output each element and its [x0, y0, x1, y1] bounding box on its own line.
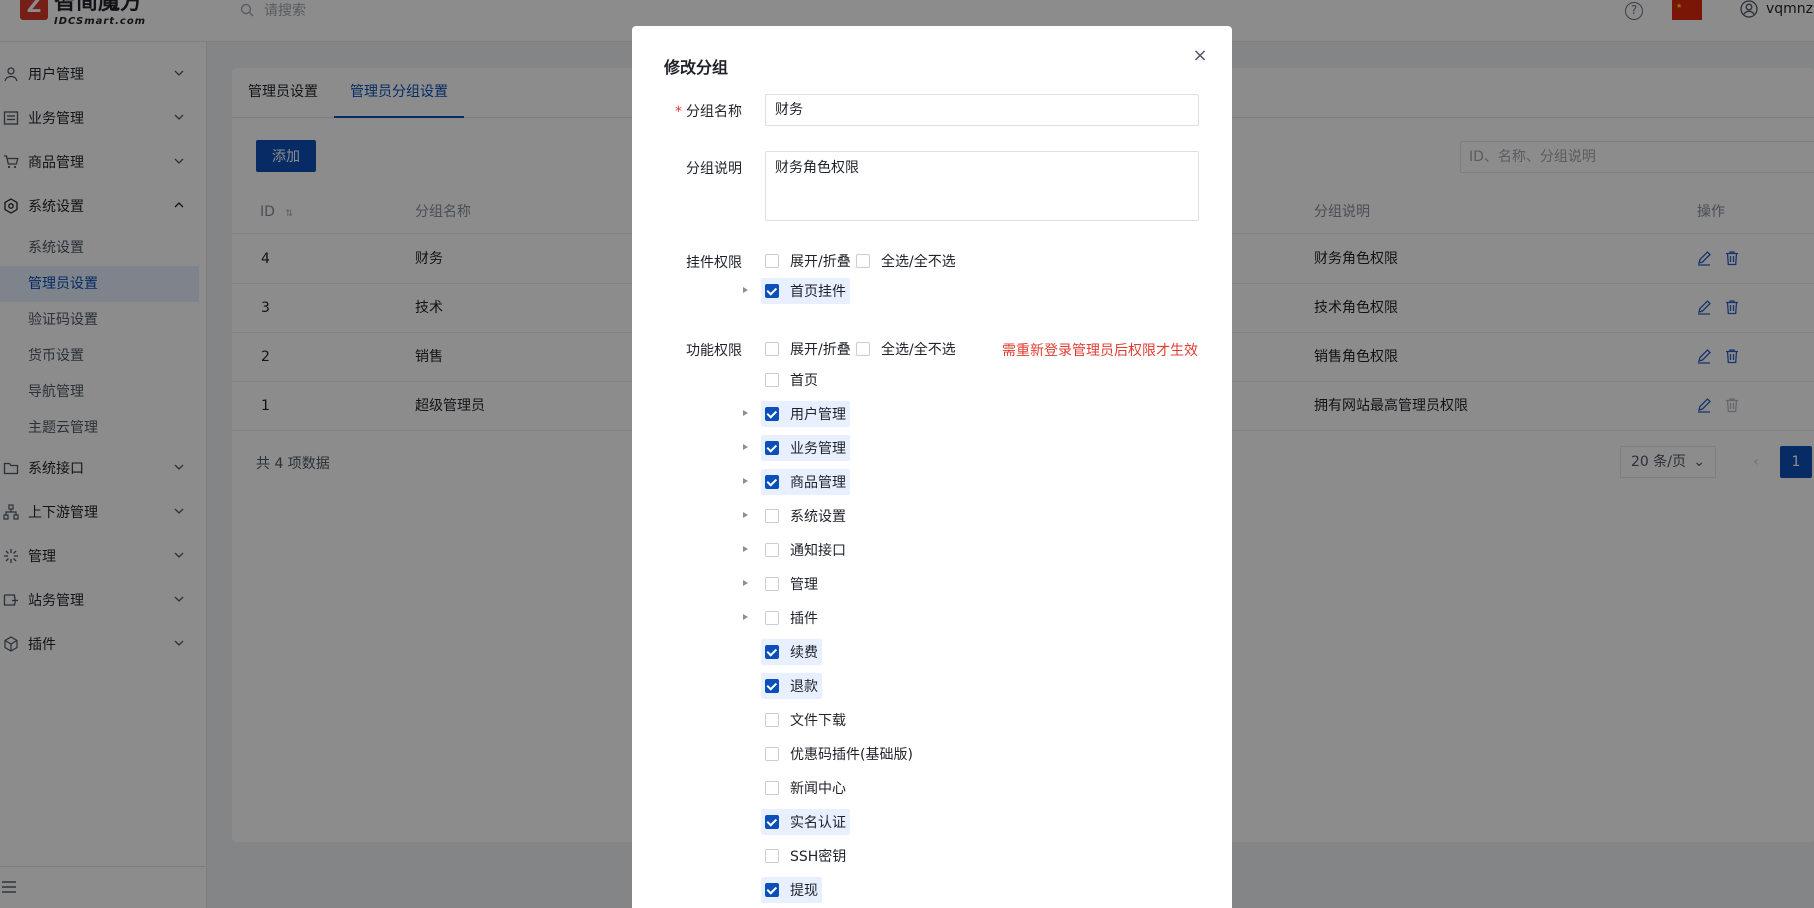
checkbox[interactable] — [856, 342, 870, 356]
expand-caret-icon[interactable] — [743, 546, 748, 552]
tree-node-ssh-keys[interactable]: SSH密钥 — [765, 843, 846, 869]
tree-node-business-management[interactable]: 业务管理 — [761, 435, 850, 461]
tree-node-withdraw[interactable]: 提现 — [761, 877, 822, 903]
tree-node-home[interactable]: 首页 — [765, 367, 818, 393]
widget-permission-label: 挂件权限 — [686, 255, 742, 271]
expand-caret-icon[interactable] — [743, 410, 748, 416]
checkbox[interactable] — [856, 254, 870, 268]
checkbox[interactable] — [765, 849, 779, 863]
tree-node-real-name-auth[interactable]: 实名认证 — [761, 809, 850, 835]
tree-node-file-download[interactable]: 文件下载 — [765, 707, 846, 733]
modal-title: 修改分组 — [664, 58, 729, 77]
tree-node-notify-interface[interactable]: 通知接口 — [765, 537, 846, 563]
tree-node-plugins[interactable]: 插件 — [765, 605, 818, 631]
checkbox[interactable] — [765, 883, 779, 897]
checkbox[interactable] — [765, 373, 779, 387]
tree-node-system-settings[interactable]: 系统设置 — [765, 503, 846, 529]
function-permission-label: 功能权限 — [686, 343, 742, 359]
expand-caret-icon[interactable] — [743, 512, 748, 518]
expand-caret-icon[interactable] — [743, 614, 748, 620]
function-select-all[interactable]: 全选/全不选 — [856, 336, 956, 362]
group-name-input[interactable]: 财务 — [765, 94, 1199, 126]
tree-node-user-management[interactable]: 用户管理 — [761, 401, 850, 427]
tree-node-coupon-plugin[interactable]: 优惠码插件(基础版) — [765, 741, 913, 767]
expand-caret-icon[interactable] — [743, 580, 748, 586]
checkbox[interactable] — [765, 713, 779, 727]
checkbox[interactable] — [765, 407, 779, 421]
tree-node-refund[interactable]: 退款 — [761, 673, 822, 699]
function-expand-toggle[interactable]: 展开/折叠 — [765, 336, 851, 362]
tree-node-home-widget[interactable]: 首页挂件 — [761, 278, 850, 304]
checkbox[interactable] — [765, 475, 779, 489]
checkbox[interactable] — [765, 342, 779, 356]
tree-node-renewal[interactable]: 续费 — [761, 639, 822, 665]
checkbox[interactable] — [765, 254, 779, 268]
checkbox[interactable] — [765, 543, 779, 557]
checkbox[interactable] — [765, 645, 779, 659]
widget-select-all[interactable]: 全选/全不选 — [856, 248, 956, 274]
group-name-label: * 分组名称 — [675, 104, 742, 120]
checkbox[interactable] — [765, 781, 779, 795]
checkbox[interactable] — [765, 509, 779, 523]
expand-caret-icon[interactable] — [743, 478, 748, 484]
checkbox[interactable] — [765, 577, 779, 591]
relogin-warning: 需重新登录管理员后权限才生效 — [1002, 343, 1198, 359]
checkbox[interactable] — [765, 747, 779, 761]
group-desc-textarea[interactable]: 财务角色权限 — [765, 151, 1199, 221]
close-icon[interactable]: × — [1192, 47, 1208, 65]
edit-group-modal: 修改分组 × * 分组名称 财务 分组说明 财务角色权限 挂件权限 展开/折叠 全… — [632, 26, 1232, 908]
checkbox[interactable] — [765, 815, 779, 829]
tree-node-product-management[interactable]: 商品管理 — [761, 469, 850, 495]
checkbox[interactable] — [765, 441, 779, 455]
group-desc-label: 分组说明 — [686, 161, 742, 177]
expand-caret-icon[interactable] — [743, 444, 748, 450]
checkbox[interactable] — [765, 679, 779, 693]
tree-node-news-center[interactable]: 新闻中心 — [765, 775, 846, 801]
widget-expand-toggle[interactable]: 展开/折叠 — [765, 248, 851, 274]
checkbox[interactable] — [765, 284, 779, 298]
expand-caret-icon[interactable] — [743, 287, 748, 293]
tree-node-management[interactable]: 管理 — [765, 571, 818, 597]
checkbox[interactable] — [765, 611, 779, 625]
